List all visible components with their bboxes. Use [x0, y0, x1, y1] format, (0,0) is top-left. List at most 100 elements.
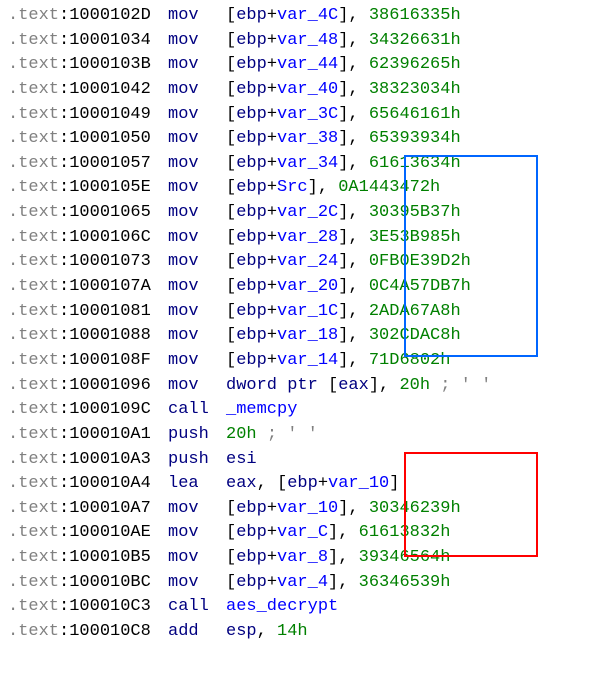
segment-name: .text: [8, 203, 59, 222]
operands: [ebp+Src], 0A1443472h: [226, 176, 440, 201]
operands: [ebp+var_4C], 38616335h: [226, 4, 461, 29]
operand-mem: var_48: [277, 31, 338, 50]
operand-imm: 0C4A57DB7h: [369, 277, 471, 296]
operands: [ebp+var_28], 3E53B985h: [226, 226, 461, 251]
mnemonic: mov: [168, 302, 199, 321]
mnemonic: mov: [168, 105, 199, 124]
address: 10001042: [69, 80, 151, 99]
call-target: aes_decrypt: [226, 597, 338, 616]
segment-name: .text: [8, 376, 59, 395]
operands: [ebp+var_2C], 30395B37h: [226, 201, 461, 226]
mnemonic: push: [168, 450, 209, 469]
segment-name: .text: [8, 228, 59, 247]
segment-name: .text: [8, 597, 59, 616]
operands: esp, 14h: [226, 620, 308, 645]
mnemonic: call: [168, 597, 209, 616]
segment-name: .text: [8, 31, 59, 50]
operand-imm: 20h: [399, 376, 430, 395]
segment-name: .text: [8, 573, 59, 592]
operand-imm: 38616335h: [369, 6, 461, 25]
address: 1000109C: [69, 400, 151, 419]
address: 10001057: [69, 154, 151, 173]
operand-mem: var_38: [277, 129, 338, 148]
operand-reg: esi: [226, 450, 257, 469]
operand-imm: 38323034h: [369, 80, 461, 99]
operands: esi: [226, 448, 257, 473]
mnemonic: mov: [168, 252, 199, 271]
address: 10001050: [69, 129, 151, 148]
address: 100010A7: [69, 499, 151, 518]
asm-line: .text:100010BCmov[ebp+var_4], 36346539h: [8, 571, 592, 596]
operand-imm: 30346239h: [369, 499, 461, 518]
address: 1000108F: [69, 351, 151, 370]
operand-mem: var_34: [277, 154, 338, 173]
asm-line: .text:100010A3pushesi: [8, 448, 592, 473]
operands: [ebp+var_4], 36346539h: [226, 571, 450, 596]
operands: [ebp+var_10], 30346239h: [226, 497, 461, 522]
comment: ; ' ': [267, 425, 318, 444]
operand-imm: 65393934h: [369, 129, 461, 148]
operand-mem: var_18: [277, 326, 338, 345]
mnemonic: mov: [168, 203, 199, 222]
operand-imm: 65646161h: [369, 105, 461, 124]
asm-line: .text:10001073mov[ebp+var_24], 0FB0E39D2…: [8, 250, 592, 275]
address: 10001073: [69, 252, 151, 271]
address: 1000103B: [69, 55, 151, 74]
segment-name: .text: [8, 351, 59, 370]
segment-name: .text: [8, 80, 59, 99]
mnemonic: mov: [168, 548, 199, 567]
operand-imm: 14h: [277, 622, 308, 641]
operands: [ebp+var_18], 302CDAC8h: [226, 324, 461, 349]
segment-name: .text: [8, 450, 59, 469]
segment-name: .text: [8, 277, 59, 296]
operands: [ebp+var_24], 0FB0E39D2h: [226, 250, 471, 275]
address: 100010A1: [69, 425, 151, 444]
operand-mem: var_8: [277, 548, 328, 567]
asm-line: .text:1000105Emov[ebp+Src], 0A1443472h: [8, 176, 592, 201]
operand-mem: var_14: [277, 351, 338, 370]
operands: eax, [ebp+var_10]: [226, 472, 399, 497]
address: 100010BC: [69, 573, 151, 592]
operand-imm: 39346564h: [359, 548, 451, 567]
operand-imm: 20h: [226, 425, 257, 444]
operand-imm: 0FB0E39D2h: [369, 252, 471, 271]
asm-line: .text:100010C3callaes_decrypt: [8, 595, 592, 620]
operand-reg: esp: [226, 622, 257, 641]
operand-imm: 30395B37h: [369, 203, 461, 222]
address: 1000102D: [69, 6, 151, 25]
operands: [ebp+var_44], 62396265h: [226, 53, 461, 78]
address: 100010AE: [69, 523, 151, 542]
segment-name: .text: [8, 252, 59, 271]
mnemonic: mov: [168, 376, 199, 395]
address: 10001049: [69, 105, 151, 124]
operand-mem: var_10: [328, 474, 389, 493]
asm-line: .text:10001088mov[ebp+var_18], 302CDAC8h: [8, 324, 592, 349]
operands: 20h ; ' ': [226, 423, 318, 448]
mnemonic: mov: [168, 523, 199, 542]
address: 1000106C: [69, 228, 151, 247]
asm-line: .text:10001050mov[ebp+var_38], 65393934h: [8, 127, 592, 152]
mnemonic: mov: [168, 80, 199, 99]
mnemonic: mov: [168, 351, 199, 370]
operands: [ebp+var_1C], 2ADA67A8h: [226, 300, 461, 325]
segment-name: .text: [8, 400, 59, 419]
operand-mem: var_40: [277, 80, 338, 99]
address: 100010C8: [69, 622, 151, 641]
operand-imm: 302CDAC8h: [369, 326, 461, 345]
mnemonic: call: [168, 400, 209, 419]
operand-reg: eax: [226, 474, 257, 493]
segment-name: .text: [8, 129, 59, 148]
operand-imm: 71D6802h: [369, 351, 451, 370]
operands: [ebp+var_40], 38323034h: [226, 78, 461, 103]
segment-name: .text: [8, 474, 59, 493]
operand-mem: var_2C: [277, 203, 338, 222]
mnemonic: add: [168, 622, 199, 641]
operand-imm: 34326631h: [369, 31, 461, 50]
operand-mem: var_44: [277, 55, 338, 74]
address: 10001065: [69, 203, 151, 222]
operand-imm: 61613832h: [359, 523, 451, 542]
asm-line: .text:100010A7mov[ebp+var_10], 30346239h: [8, 497, 592, 522]
segment-name: .text: [8, 425, 59, 444]
operand-reg: eax: [338, 376, 369, 395]
operand-mem: var_1C: [277, 302, 338, 321]
